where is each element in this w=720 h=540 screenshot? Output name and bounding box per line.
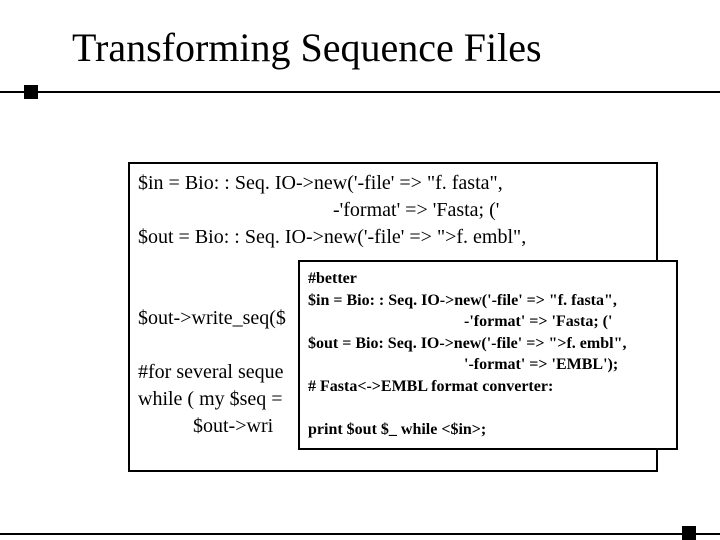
slide-title: Transforming Sequence Files xyxy=(0,24,720,81)
footer-line xyxy=(0,533,720,535)
title-rule xyxy=(0,87,720,97)
code-box-overlay: #better $in = Bio: : Seq. IO->new('-file… xyxy=(298,260,678,450)
rule-line xyxy=(0,91,720,93)
code-overlay-text: #better $in = Bio: : Seq. IO->new('-file… xyxy=(308,268,668,441)
footer-rule xyxy=(0,530,720,540)
rule-square-icon xyxy=(24,85,38,99)
slide: Transforming Sequence Files $in = Bio: :… xyxy=(0,0,720,540)
footer-square-icon xyxy=(682,526,696,540)
